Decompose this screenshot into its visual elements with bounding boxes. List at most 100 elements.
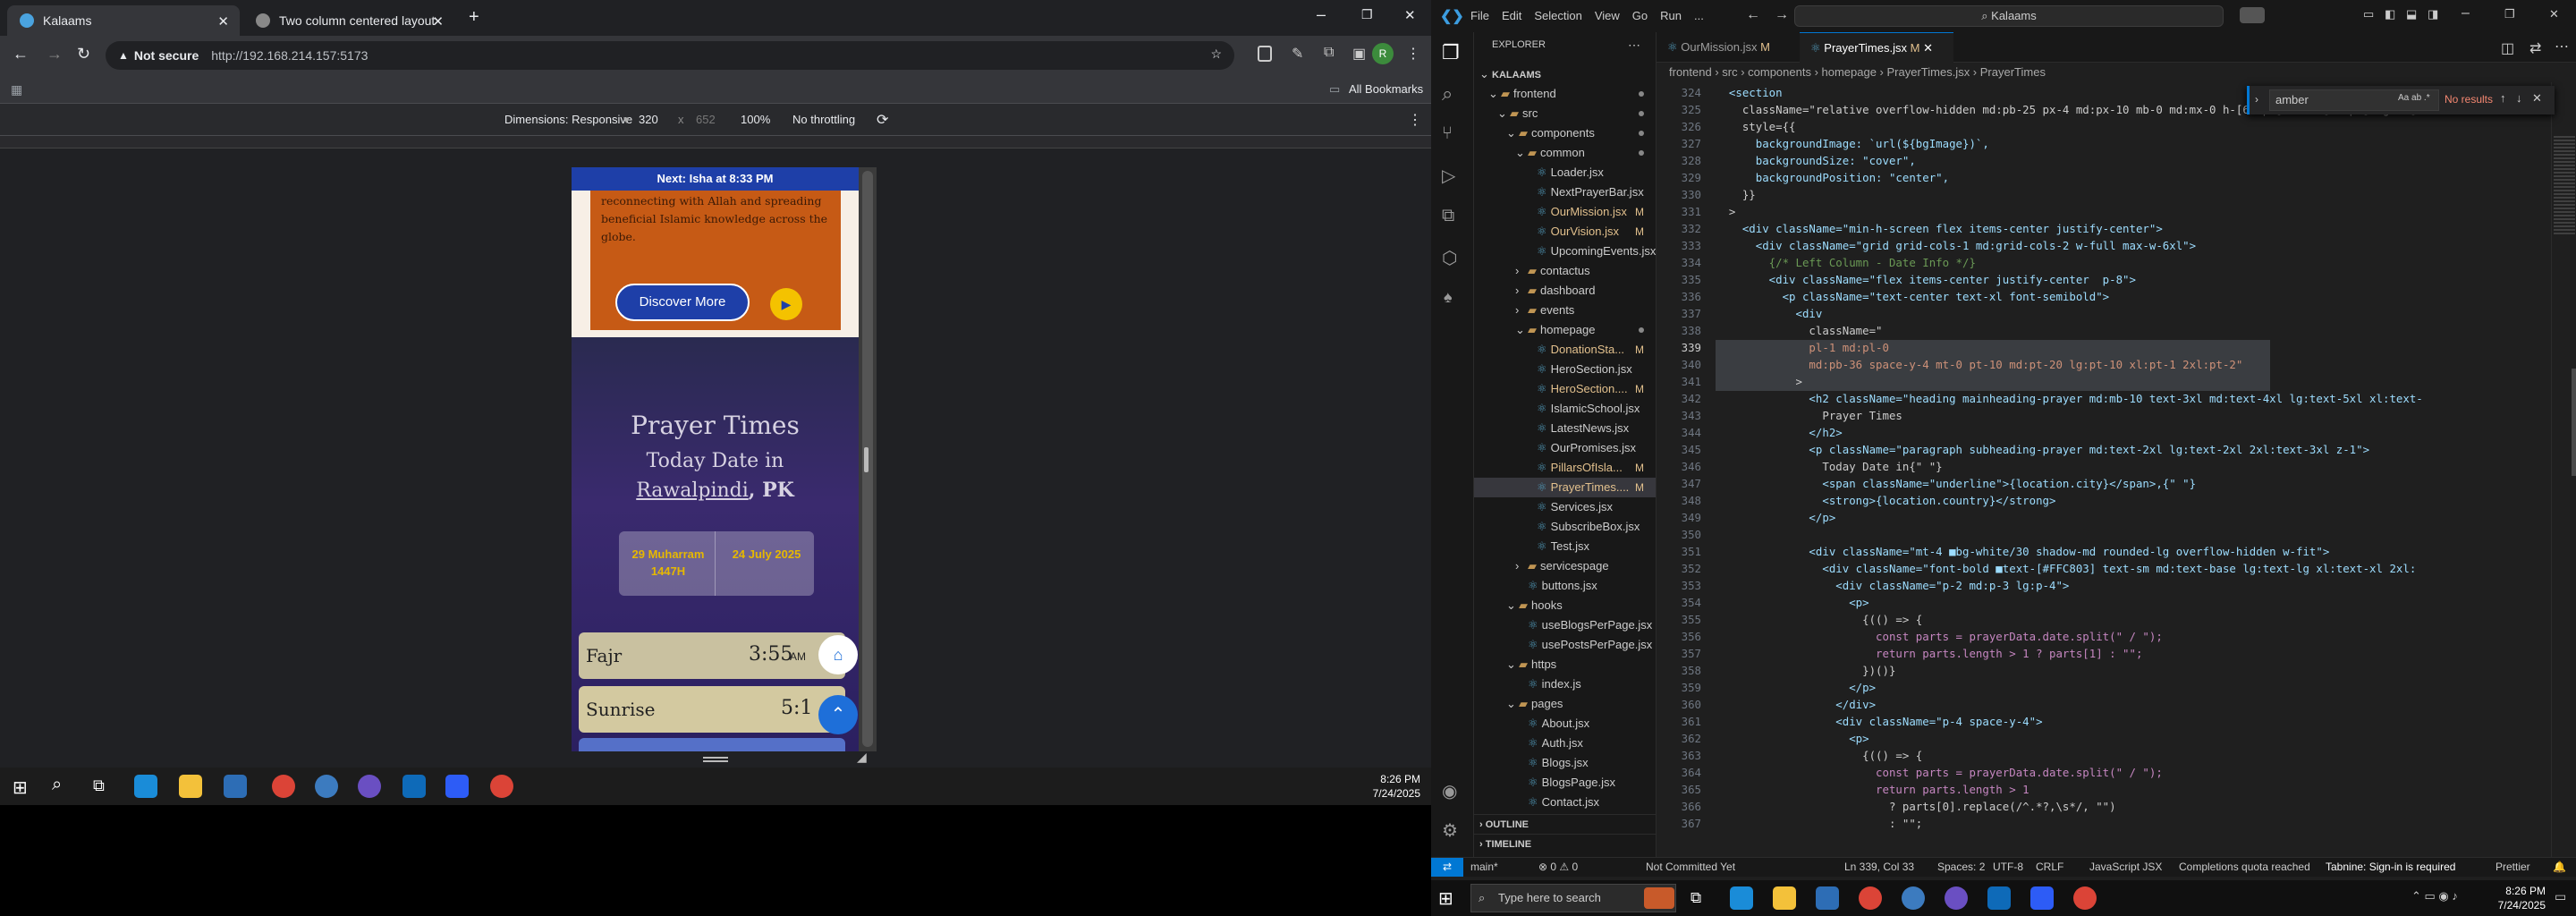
- menu-dots-icon[interactable]: ⋮: [1406, 45, 1420, 63]
- code-line[interactable]: <span className="underline">{location.ci…: [1716, 475, 2196, 492]
- tree-item[interactable]: ⚛ HeroSection.jsx: [1474, 360, 1656, 379]
- editor-scroll-thumb[interactable]: [2572, 369, 2576, 476]
- code-line[interactable]: <div: [1716, 305, 1823, 322]
- task-view-icon[interactable]: ⧉: [93, 776, 105, 795]
- editor-more-icon[interactable]: ⋯: [2555, 38, 2569, 55]
- code-line[interactable]: : "";: [1716, 815, 1922, 832]
- code-line[interactable]: <div className="font-bold ■text-[#FFC803…: [1716, 560, 2416, 577]
- code-line[interactable]: <div className="min-h-screen flex items-…: [1716, 220, 2163, 237]
- scroll-top-button[interactable]: ⌃: [818, 695, 858, 734]
- account-icon[interactable]: ◉: [1442, 780, 1457, 802]
- tree-item[interactable]: ⚛ HeroSection.... M: [1474, 379, 1656, 399]
- tree-item[interactable]: ⌄ ▰ src: [1474, 104, 1656, 123]
- extension-icon[interactable]: [1258, 46, 1272, 62]
- tab-prayertimes[interactable]: ⚛ PrayerTimes.jsx M ✕: [1800, 32, 1953, 63]
- maximize-button[interactable]: ❐: [1361, 7, 1373, 22]
- code-line[interactable]: return parts.length > 1: [1716, 781, 2029, 798]
- tree-item[interactable]: ⌄ ▰ https: [1474, 655, 1656, 674]
- windows-start-icon[interactable]: ⊞: [13, 776, 28, 799]
- code-line[interactable]: backgroundPosition: "center",: [1716, 169, 1949, 186]
- task-view-icon[interactable]: ⧉: [1690, 889, 1701, 907]
- tree-item[interactable]: ⚛ Test.jsx: [1474, 537, 1656, 556]
- puzzle-icon[interactable]: ⧉: [1324, 45, 1334, 61]
- new-tab-button[interactable]: +: [469, 7, 479, 28]
- search-icon[interactable]: ⌕: [52, 775, 62, 795]
- code-line[interactable]: {(() => {: [1716, 611, 1922, 628]
- language-mode[interactable]: JavaScript JSX: [2089, 861, 2162, 873]
- forward-icon[interactable]: →: [1775, 7, 1789, 23]
- secondary-sidebar-icon[interactable]: ◨: [2428, 7, 2438, 21]
- tree-item[interactable]: ⚛ usePostsPerPage.jsx: [1474, 635, 1656, 655]
- compare-icon[interactable]: ⇄: [2529, 39, 2541, 57]
- resize-handle-bottom[interactable]: [703, 757, 728, 762]
- pen-icon[interactable]: ✎: [1292, 45, 1303, 63]
- tree-item[interactable]: ⚛ Services.jsx: [1474, 497, 1656, 517]
- forward-icon[interactable]: →: [47, 45, 63, 64]
- source-control-icon[interactable]: ⑂: [1442, 123, 1453, 144]
- tree-item[interactable]: ⌄ ▰ pages: [1474, 694, 1656, 714]
- bookmark-star-icon[interactable]: ☆: [1210, 47, 1222, 62]
- copilot-status[interactable]: Completions quota reached: [2179, 861, 2310, 873]
- code-line[interactable]: >: [1716, 373, 1802, 390]
- notification-icon[interactable]: ▭: [2555, 889, 2566, 904]
- code-line[interactable]: return parts.length > 1 ? parts[1] : "";: [1716, 645, 2142, 662]
- github-icon[interactable]: [358, 775, 381, 798]
- tree-item[interactable]: ⌄ KALAAMS: [1474, 64, 1656, 84]
- minimize-button[interactable]: –: [2462, 5, 2470, 21]
- close-tab-icon[interactable]: ✕: [432, 13, 444, 30]
- windows-start-icon[interactable]: ⊞: [1438, 887, 1453, 910]
- menu-item[interactable]: ...: [1694, 9, 1704, 22]
- code-line[interactable]: <section: [1716, 84, 1783, 101]
- code-line[interactable]: <strong>{location.country}</strong>: [1716, 492, 2055, 509]
- mosque-icon[interactable]: ⌂: [818, 635, 858, 674]
- sidebar-icon[interactable]: ▣: [1352, 45, 1366, 63]
- branch-indicator[interactable]: main*: [1470, 861, 1498, 873]
- code-line[interactable]: className=": [1716, 322, 1882, 339]
- tree-item[interactable]: ⚛ OurVision.jsx M: [1474, 222, 1656, 242]
- tree-item[interactable]: ⚛ SubscribeBox.jsx: [1474, 517, 1656, 537]
- prettier-status[interactable]: Prettier: [2496, 861, 2530, 873]
- vscode-icon[interactable]: [1987, 886, 2011, 910]
- tab-ourmission[interactable]: ⚛ OurMission.jsx M: [1657, 32, 1800, 63]
- dimensions-select[interactable]: Dimensions: Responsive: [504, 113, 632, 126]
- tree-item[interactable]: ⚛ LatestNews.jsx: [1474, 419, 1656, 438]
- copilot-icon[interactable]: [2240, 7, 2265, 23]
- remote-icon[interactable]: ⬡: [1442, 247, 1457, 269]
- tree-item[interactable]: ⌄ ▰ components: [1474, 123, 1656, 143]
- menu-item[interactable]: Edit: [1502, 9, 1521, 22]
- menu-item[interactable]: Go: [1632, 9, 1648, 22]
- blame-indicator[interactable]: Not Committed Yet: [1646, 861, 1735, 873]
- chrome-icon[interactable]: [1859, 886, 1882, 910]
- code-line[interactable]: <div className="flex items-center justif…: [1716, 271, 2136, 288]
- code-line[interactable]: md:pb-36 space-y-4 mt-0 pt-10 md:pt-20 l…: [1716, 356, 2242, 373]
- cursor-position[interactable]: Ln 339, Col 33: [1844, 861, 1914, 873]
- edge-icon[interactable]: [134, 775, 157, 798]
- width-input[interactable]: 320: [639, 113, 658, 126]
- minimap-scrollbar[interactable]: [2551, 82, 2576, 857]
- code-line[interactable]: >: [1716, 203, 1735, 220]
- tree-item[interactable]: ⚛ BlogsPage.jsx: [1474, 773, 1656, 793]
- tree-item[interactable]: ⌄ ▰ homepage: [1474, 320, 1656, 340]
- code-editor[interactable]: 324 <section 325 className="relative over…: [1657, 82, 2576, 857]
- close-find-icon[interactable]: ✕: [2532, 91, 2542, 106]
- discover-more-button[interactable]: Discover More: [615, 284, 750, 321]
- tree-item[interactable]: ⚛ Blogs.jsx: [1474, 753, 1656, 773]
- code-line[interactable]: backgroundImage: `url(${bgImage})`,: [1716, 135, 1989, 152]
- tree-item[interactable]: ⚛ OurPromises.jsx: [1474, 438, 1656, 458]
- tree-item[interactable]: ⚛ Contact.jsx: [1474, 793, 1656, 812]
- code-line[interactable]: <p className="paragraph subheading-praye…: [1716, 441, 2369, 458]
- settings-gear-icon[interactable]: ⚙: [1442, 819, 1458, 842]
- layout-icon[interactable]: ▭: [2363, 7, 2374, 21]
- tree-item[interactable]: ⚛ NextPrayerBar.jsx: [1474, 182, 1656, 202]
- menu-item[interactable]: View: [1595, 9, 1620, 22]
- app-icon[interactable]: [315, 775, 338, 798]
- file-explorer-icon[interactable]: [179, 775, 202, 798]
- apps-grid-icon[interactable]: ▦: [11, 82, 22, 98]
- code-line[interactable]: const parts = prayerData.date.split(" / …: [1716, 764, 2163, 781]
- close-window-button[interactable]: ✕: [1404, 7, 1416, 23]
- tray-icons[interactable]: ⌃ ▭ ◉ ♪: [2411, 889, 2458, 903]
- tab-two-column[interactable]: Two column centered layout ✕: [243, 5, 454, 36]
- explorer-icon[interactable]: ❐: [1442, 41, 1460, 64]
- menu-item[interactable]: Selection: [1534, 9, 1581, 22]
- rotate-icon[interactable]: ⟳: [877, 111, 888, 129]
